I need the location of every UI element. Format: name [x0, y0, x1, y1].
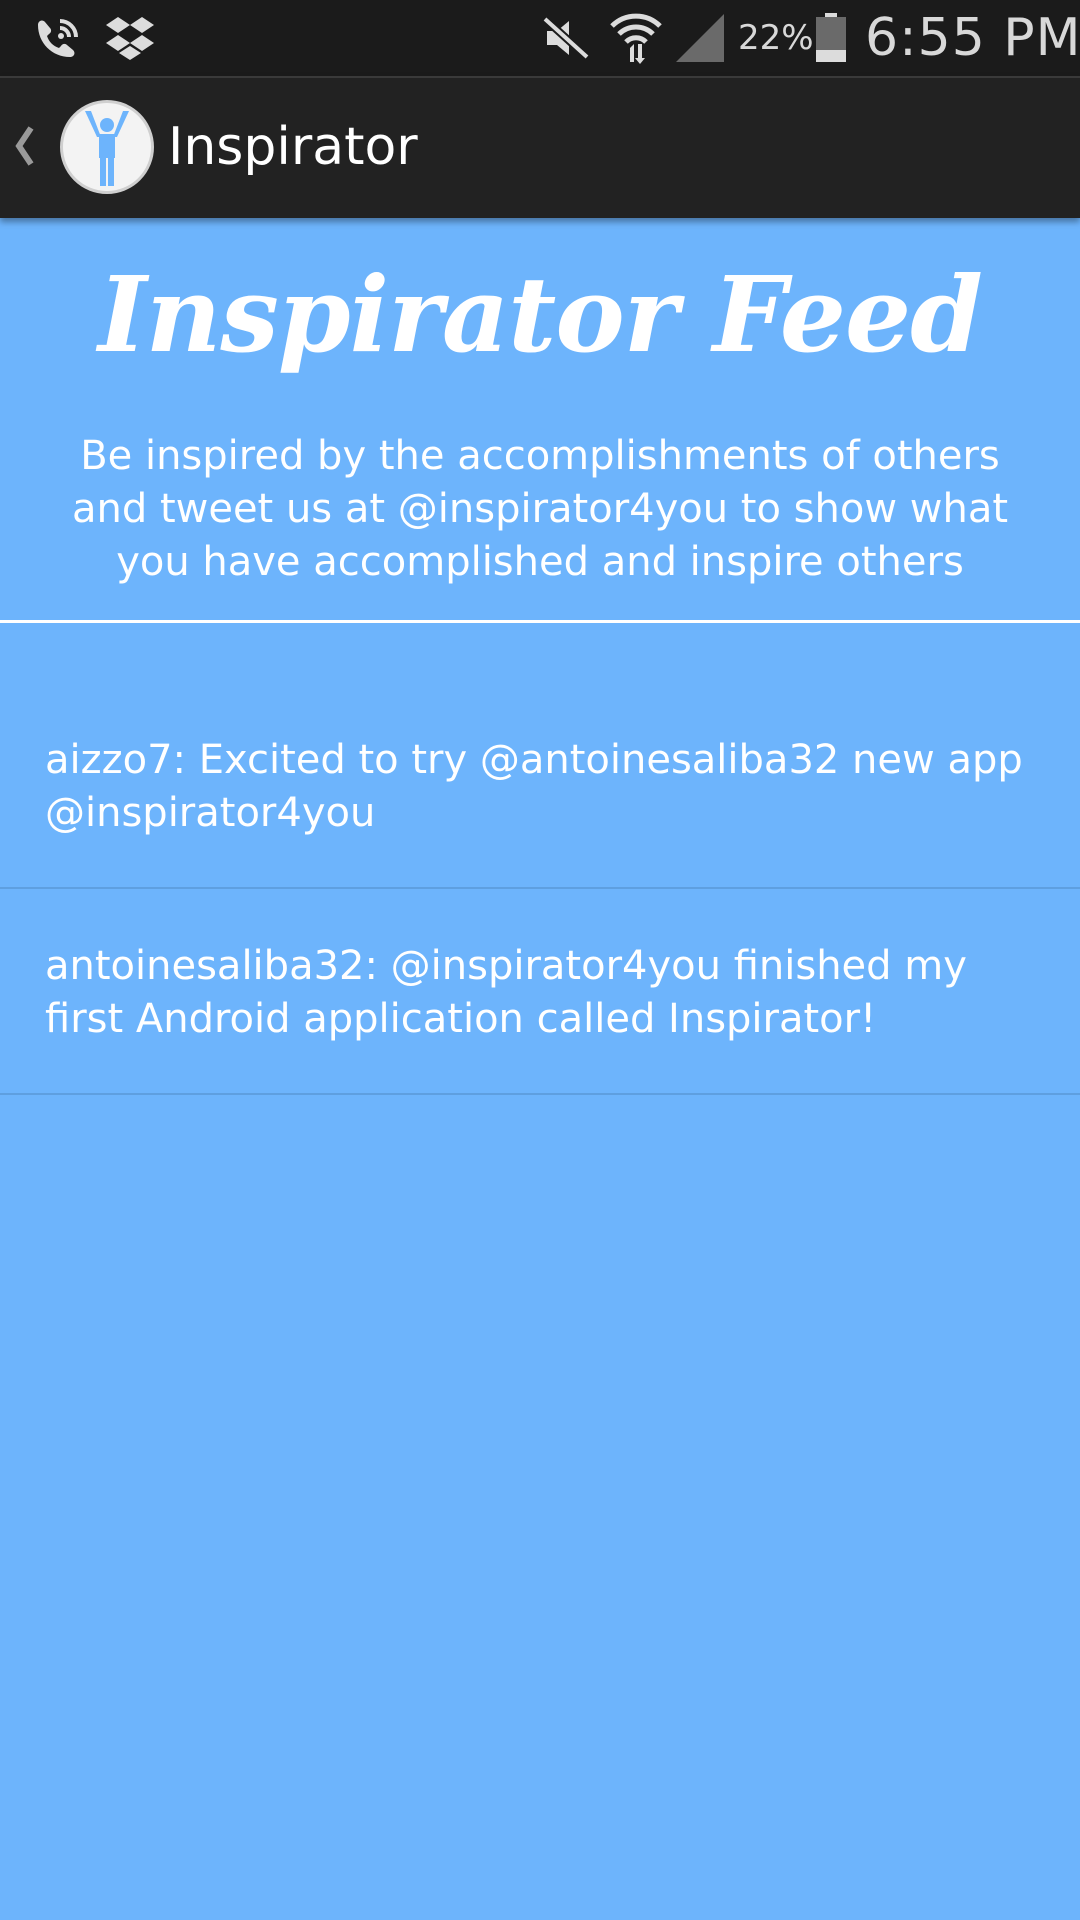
wifi-icon	[607, 0, 665, 76]
page-subtitle: Be inspired by the accomplishments of ot…	[71, 433, 1009, 585]
mute-icon	[540, 0, 592, 76]
divider	[0, 76, 1080, 78]
action-bar: Inspirator	[0, 76, 1080, 218]
list-divider	[0, 1093, 1080, 1095]
wifi-calling-icon	[28, 0, 86, 76]
page-title: Inspirator Feed	[98, 253, 983, 376]
battery-icon	[814, 0, 848, 76]
back-caret-icon[interactable]	[10, 121, 40, 171]
clock: 6:55 PM	[865, 8, 1080, 68]
list-divider	[0, 887, 1080, 889]
status-bar: 22% 6:55 PM	[0, 0, 1080, 76]
header-divider	[0, 620, 1080, 623]
battery-percent: 22%	[738, 18, 814, 58]
signal-icon	[672, 0, 728, 76]
app-title: Inspirator	[168, 117, 418, 177]
dropbox-icon	[102, 0, 158, 76]
inspirator-logo-icon[interactable]	[60, 100, 154, 194]
list-item[interactable]: antoinesaliba32: @inspirator4you finishe…	[0, 940, 1080, 1046]
list-item[interactable]: aizzo7: Excited to try @antoinesaliba32 …	[0, 734, 1080, 840]
